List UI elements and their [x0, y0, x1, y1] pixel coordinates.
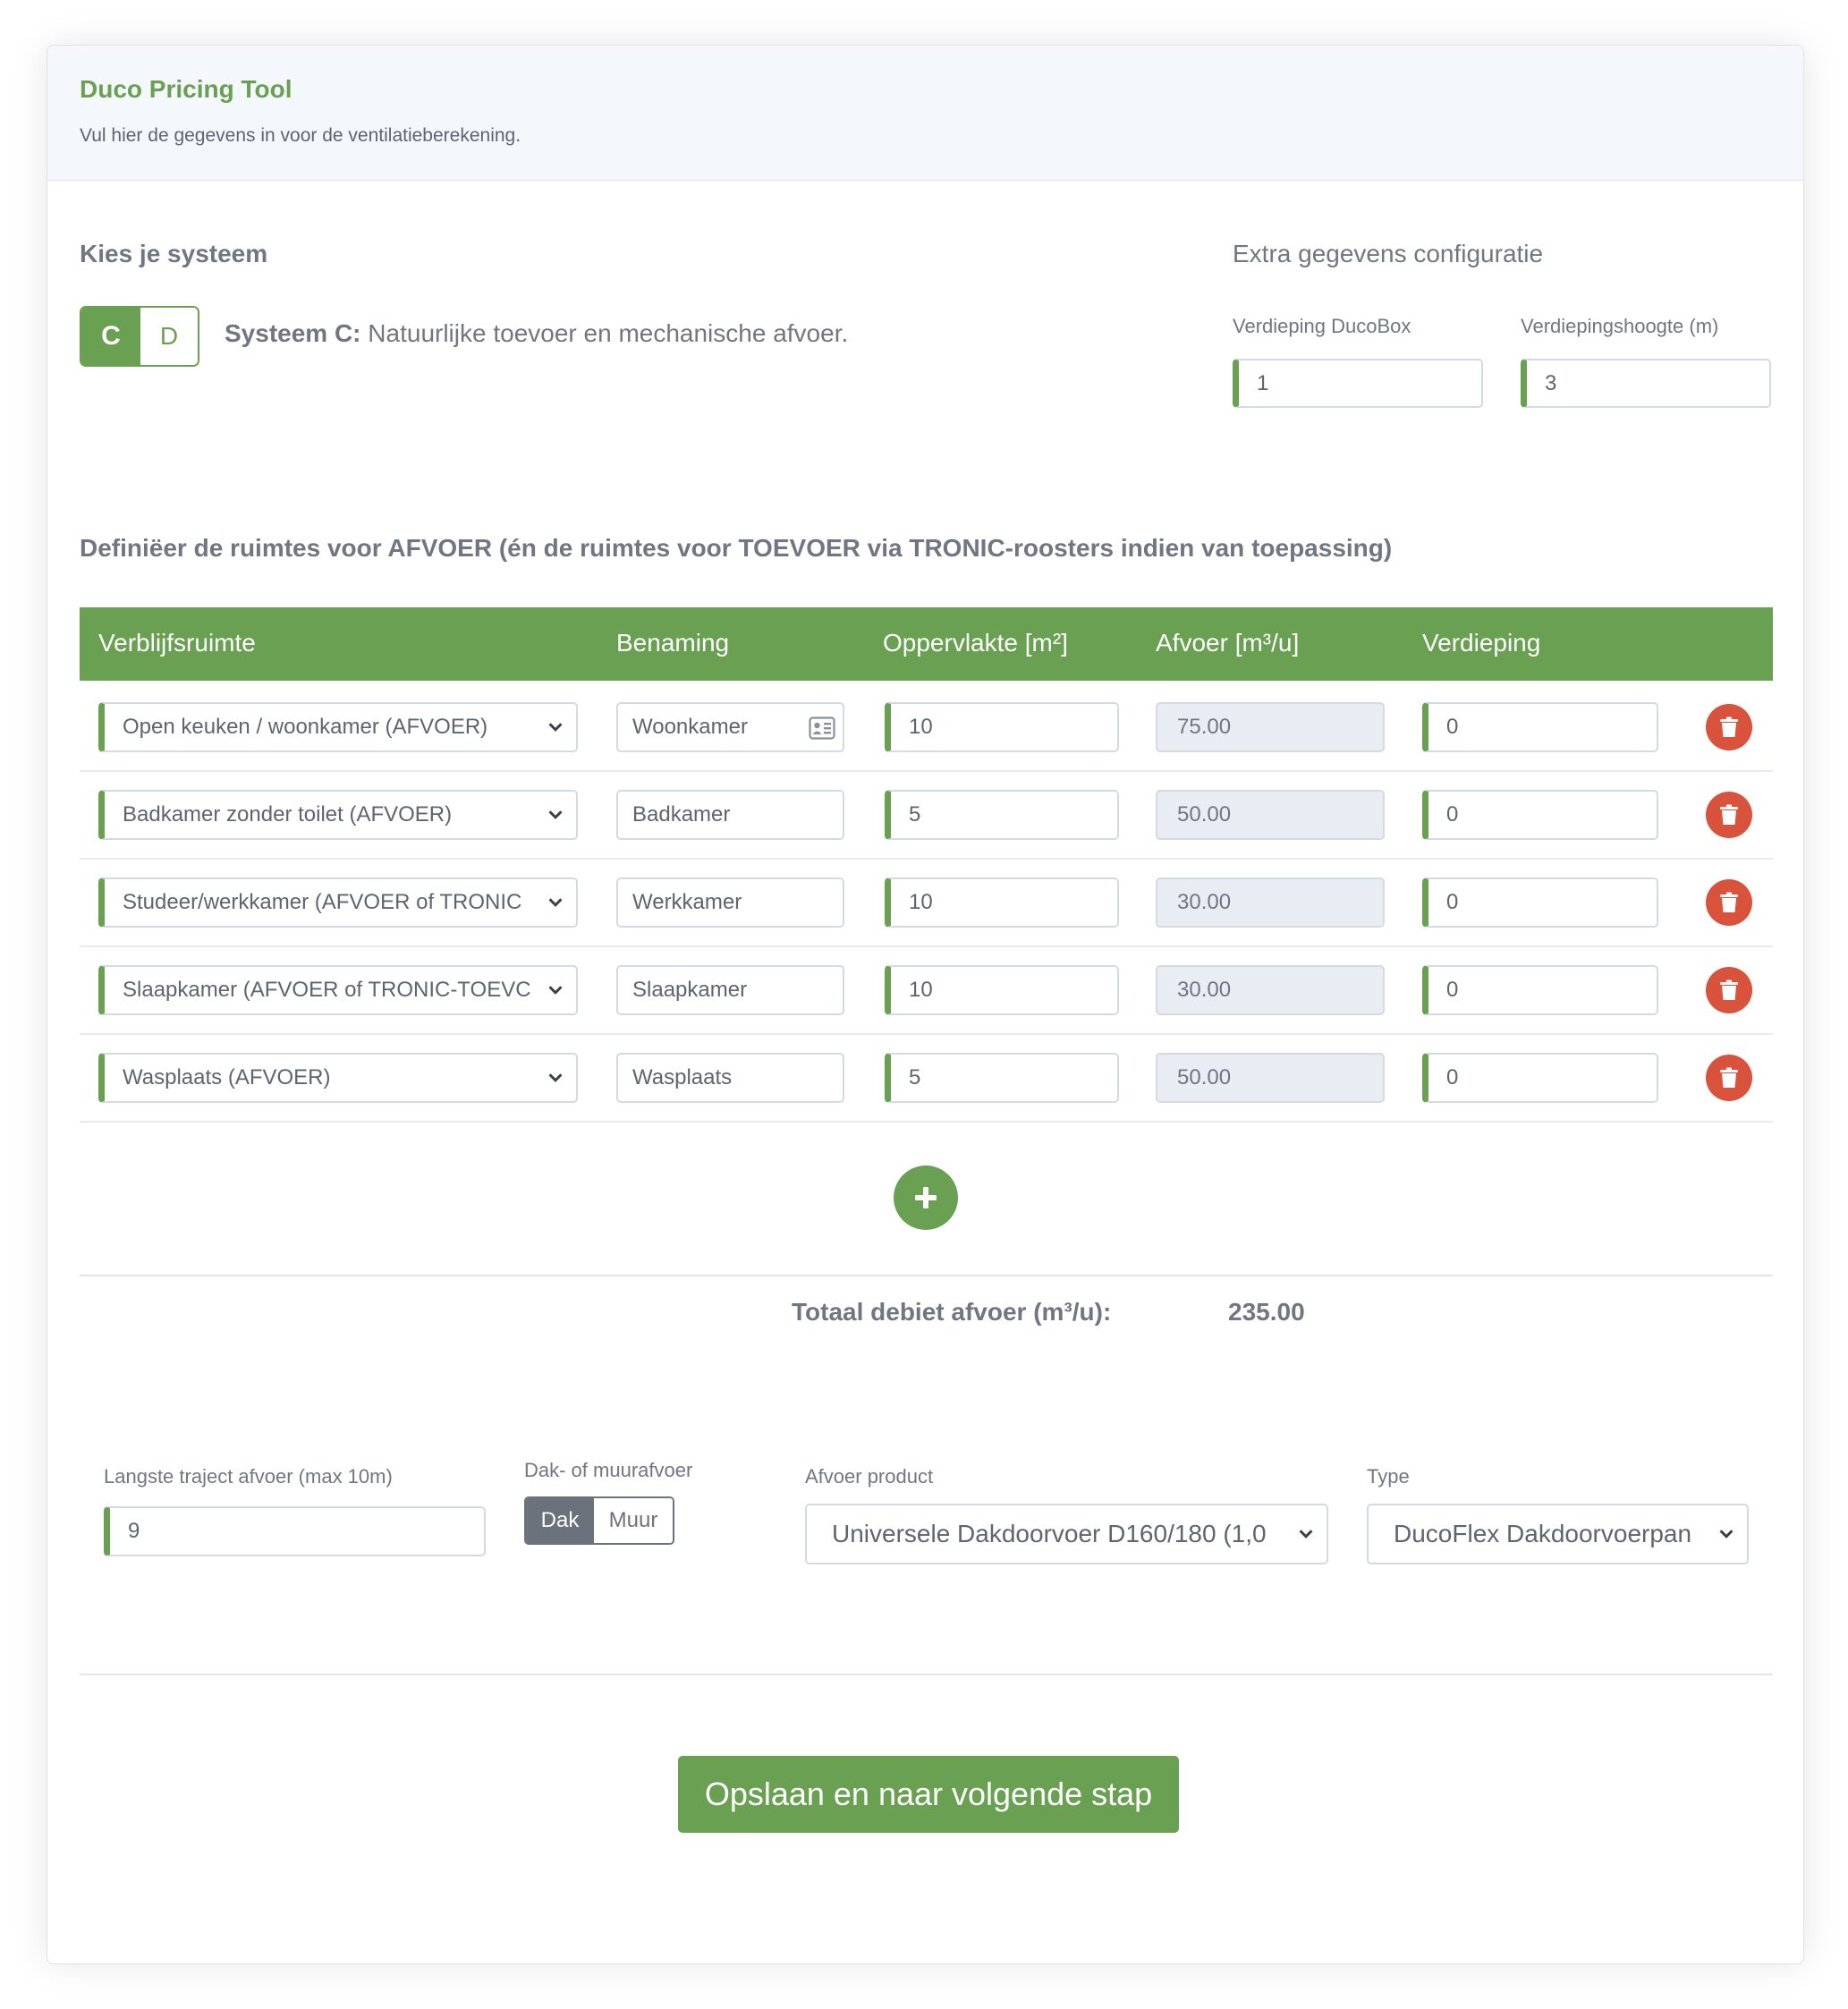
table-header: Verblijfsruimte Benaming Oppervlakte [m²… — [80, 607, 1773, 681]
room-select-value: Open keuken / woonkamer (AFVOER) — [123, 715, 488, 739]
rooms-heading: Definiëer de ruimtes voor AFVOER (én de … — [80, 534, 1393, 562]
chevron-down-icon — [548, 898, 563, 907]
floor-input[interactable]: 1 — [1233, 359, 1483, 408]
room-name-input[interactable]: Wasplaats — [616, 1053, 844, 1103]
app-title: Duco Pricing Tool — [80, 75, 292, 103]
product-label: Afvoer product — [805, 1465, 934, 1488]
floor-label: Verdieping DucoBox — [1233, 315, 1411, 337]
delete-row-button[interactable] — [1706, 792, 1752, 838]
exhaust-readonly: 50.00 — [1156, 1053, 1385, 1103]
product-select-value: Universele Dakdoorvoer D160/180 (1,0 — [832, 1520, 1267, 1547]
route-label: Langste traject afvoer (max 10m) — [104, 1465, 393, 1488]
system-option-d[interactable]: D — [140, 308, 198, 365]
height-input[interactable]: 3 — [1521, 359, 1771, 408]
system-option-c[interactable]: C — [81, 308, 140, 365]
area-input[interactable]: 10 — [885, 877, 1119, 928]
trash-icon — [1720, 892, 1738, 912]
delete-row-button[interactable] — [1706, 704, 1752, 750]
mount-label: Dak- of muurafvoer — [524, 1459, 693, 1481]
room-name-input[interactable]: Woonkamer — [616, 702, 844, 752]
room-select-value: Wasplaats (AFVOER) — [123, 1065, 331, 1089]
product-select[interactable]: Universele Dakdoorvoer D160/180 (1,0 — [805, 1504, 1328, 1564]
type-select-value: DucoFlex Dakdoorvoerpan — [1394, 1520, 1692, 1547]
total-label: Totaal debiet afvoer (m³/u): — [792, 1298, 1112, 1326]
mount-option-muur[interactable]: Muur — [594, 1498, 673, 1543]
row-divider — [80, 1121, 1773, 1123]
exhaust-readonly: 75.00 — [1156, 702, 1385, 752]
trash-icon — [1720, 716, 1738, 737]
col-name: Benaming — [616, 629, 730, 657]
floor-input[interactable]: 0 — [1422, 1053, 1658, 1103]
extra-heading: Extra gegevens configuratie — [1233, 240, 1544, 267]
row-divider — [80, 945, 1773, 947]
room-select-value: Studeer/werkkamer (AFVOER of TRONIC — [123, 890, 522, 914]
exhaust-readonly: 30.00 — [1156, 965, 1385, 1015]
type-select[interactable]: DucoFlex Dakdoorvoerpan — [1367, 1504, 1749, 1564]
system-description: Systeem C: Natuurlijke toevoer en mechan… — [225, 319, 848, 348]
system-description-bold: Systeem C: — [225, 319, 361, 347]
room-name-input[interactable]: Slaapkamer — [616, 965, 844, 1015]
route-input[interactable]: 9 — [104, 1506, 486, 1556]
total-value: 235.00 — [1228, 1298, 1305, 1326]
room-select[interactable]: Badkamer zonder toilet (AFVOER) — [98, 790, 578, 840]
chevron-down-icon — [1299, 1530, 1313, 1539]
contact-card-icon — [809, 716, 835, 740]
area-input[interactable]: 5 — [885, 790, 1119, 840]
system-description-text: Natuurlijke toevoer en mechanische afvoe… — [360, 319, 849, 347]
room-name-input[interactable]: Werkkamer — [616, 877, 844, 928]
mount-option-dak[interactable]: Dak — [526, 1498, 594, 1543]
plus-icon — [915, 1187, 937, 1208]
delete-row-button[interactable] — [1706, 1055, 1752, 1101]
trash-icon — [1720, 804, 1738, 825]
area-input[interactable]: 10 — [885, 965, 1119, 1015]
room-select[interactable]: Wasplaats (AFVOER) — [98, 1053, 578, 1103]
floor-input[interactable]: 0 — [1422, 702, 1658, 752]
app-subtitle: Vul hier de gegevens in voor de ventilat… — [80, 125, 521, 146]
floor-input[interactable]: 0 — [1422, 877, 1658, 928]
system-heading: Kies je systeem — [80, 240, 268, 267]
col-exhaust: Afvoer [m³/u] — [1156, 629, 1300, 657]
trash-icon — [1720, 1067, 1738, 1088]
height-label: Verdiepingshoogte (m) — [1521, 315, 1719, 337]
floor-input[interactable]: 0 — [1422, 790, 1658, 840]
system-toggle: C D — [80, 306, 199, 367]
col-room: Verblijfsruimte — [98, 629, 256, 657]
room-select-value: Slaapkamer (AFVOER of TRONIC-TOEVC — [123, 978, 531, 1002]
divider — [80, 1674, 1773, 1675]
floor-input[interactable]: 0 — [1422, 965, 1658, 1015]
save-next-button[interactable]: Opslaan en naar volgende stap — [678, 1756, 1179, 1833]
chevron-down-icon — [548, 1073, 563, 1082]
divider — [80, 1275, 1773, 1276]
mount-toggle: Dak Muur — [524, 1496, 674, 1545]
row-divider — [80, 858, 1773, 860]
row-divider — [80, 1033, 1773, 1035]
delete-row-button[interactable] — [1706, 967, 1752, 1013]
delete-row-button[interactable] — [1706, 879, 1752, 926]
card-header: Duco Pricing Tool Vul hier de gegevens i… — [47, 46, 1803, 181]
area-input[interactable]: 10 — [885, 702, 1119, 752]
room-name-input[interactable]: Badkamer — [616, 790, 844, 840]
trash-icon — [1720, 979, 1738, 1000]
room-select-value: Badkamer zonder toilet (AFVOER) — [123, 802, 453, 826]
chevron-down-icon — [548, 986, 563, 995]
room-select[interactable]: Open keuken / woonkamer (AFVOER) — [98, 702, 578, 752]
row-divider — [80, 770, 1773, 772]
main-card: Duco Pricing Tool Vul hier de gegevens i… — [47, 45, 1804, 1964]
area-input[interactable]: 5 — [885, 1053, 1119, 1103]
exhaust-readonly: 30.00 — [1156, 877, 1385, 928]
room-select[interactable]: Studeer/werkkamer (AFVOER of TRONIC — [98, 877, 578, 928]
chevron-down-icon — [548, 810, 563, 819]
room-name-value: Woonkamer — [632, 715, 748, 739]
type-label: Type — [1367, 1465, 1410, 1488]
col-floor: Verdieping — [1422, 629, 1541, 657]
add-room-button[interactable] — [894, 1166, 958, 1230]
chevron-down-icon — [548, 723, 563, 732]
col-area: Oppervlakte [m²] — [883, 629, 1068, 657]
exhaust-readonly: 50.00 — [1156, 790, 1385, 840]
room-select[interactable]: Slaapkamer (AFVOER of TRONIC-TOEVC — [98, 965, 578, 1015]
chevron-down-icon — [1719, 1530, 1734, 1539]
